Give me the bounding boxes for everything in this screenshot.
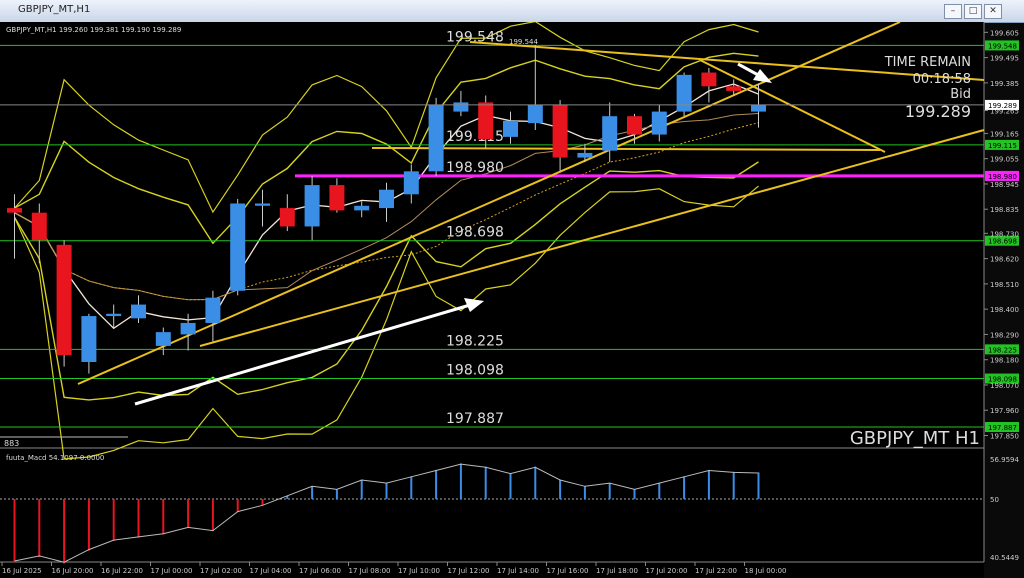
candle-6[interactable] <box>155 332 171 346</box>
candle-30[interactable] <box>751 104 766 112</box>
macd-tick-label-2: 40.5449 <box>990 554 1019 562</box>
candle-11[interactable] <box>279 208 295 227</box>
time-remain-value: 00:18:58 <box>913 72 971 87</box>
minimize-button[interactable]: – <box>944 4 962 19</box>
price-tick-label-1: 199.495 <box>990 55 1019 63</box>
candle-10[interactable] <box>255 203 270 206</box>
axis-level-label-6: 197.887 <box>988 424 1017 432</box>
high-annotation: 199.544 <box>509 38 538 46</box>
price-tick-label-12: 198.290 <box>990 331 1019 339</box>
candle-9[interactable] <box>230 203 246 291</box>
time-label-4: 17 Jul 02:00 <box>200 567 242 575</box>
candle-3[interactable] <box>81 316 97 362</box>
candle-5[interactable] <box>131 304 146 319</box>
macd-axis: 56.9594 50 40.5449 <box>990 456 1019 562</box>
level-label-5: 198.098 <box>446 363 504 379</box>
candle-19[interactable] <box>478 102 494 140</box>
price-tick-label-7: 198.835 <box>990 206 1019 214</box>
macd-tick-label-0: 56.9594 <box>990 456 1019 464</box>
axis-level-label-3: 198.698 <box>988 238 1017 246</box>
candle-7[interactable] <box>180 322 196 335</box>
level-label-6: 197.887 <box>446 411 504 427</box>
candle-0[interactable] <box>7 208 22 213</box>
price-tick-label-11: 198.400 <box>990 306 1019 314</box>
candle-24[interactable] <box>602 116 618 151</box>
chart-header: GBPJPY_MT,H1 199.260 199.381 199.190 199… <box>6 26 181 34</box>
candle-17[interactable] <box>428 104 444 172</box>
candle-27[interactable] <box>676 74 692 112</box>
candle-13[interactable] <box>329 185 345 211</box>
level-label-4: 198.225 <box>446 333 504 349</box>
time-label-12: 17 Jul 18:00 <box>596 567 638 575</box>
time-label-6: 17 Jul 06:00 <box>299 567 341 575</box>
price-tick-label-5: 199.055 <box>990 156 1019 164</box>
axis-level-label-0: 199.548 <box>988 42 1017 50</box>
candle-8[interactable] <box>205 297 221 323</box>
axis-level-label-1: 199.115 <box>988 142 1017 150</box>
candle-12[interactable] <box>304 185 320 227</box>
chart-window: GBPJPY_MT,H1 – □ ✕ 199.548 199.115 198.980… <box>0 0 1024 578</box>
price-tick-label-9: 198.620 <box>990 256 1019 264</box>
price-tick-label-0: 199.605 <box>990 29 1019 37</box>
time-label-3: 17 Jul 00:00 <box>151 567 193 575</box>
bid-label: Bid <box>950 87 971 102</box>
candle-28[interactable] <box>701 72 717 87</box>
candle-29[interactable] <box>726 86 742 91</box>
time-label-0: 16 Jul 2025 <box>2 567 42 575</box>
symbol-label: GBPJPY_MT H1 <box>850 428 980 449</box>
candle-26[interactable] <box>651 111 667 135</box>
macd-label: fuuta_Macd 54.1097 0.0000 <box>6 454 104 462</box>
time-label-10: 17 Jul 14:00 <box>497 567 539 575</box>
time-label-7: 17 Jul 08:00 <box>349 567 391 575</box>
candle-25[interactable] <box>627 116 642 135</box>
window-titlebar: GBPJPY_MT,H1 – □ ✕ <box>0 0 1024 23</box>
candle-18[interactable] <box>453 102 469 112</box>
level-label-3: 198.698 <box>446 225 504 241</box>
restore-button[interactable]: □ <box>964 4 982 19</box>
candle-20[interactable] <box>503 120 518 137</box>
candle-16[interactable] <box>403 171 419 195</box>
window-title: GBPJPY_MT,H1 <box>18 4 91 15</box>
close-button[interactable]: ✕ <box>984 4 1002 19</box>
candle-4[interactable] <box>106 313 122 317</box>
time-label-14: 17 Jul 22:00 <box>695 567 737 575</box>
level-label-1: 199.115 <box>446 129 504 145</box>
time-label-15: 18 Jul 00:00 <box>745 567 787 575</box>
price-tick-label-15: 197.960 <box>990 407 1019 415</box>
time-label-13: 17 Jul 20:00 <box>646 567 688 575</box>
price-tick-label-16: 197.850 <box>990 433 1019 441</box>
time-label-9: 17 Jul 12:00 <box>448 567 490 575</box>
time-label-2: 16 Jul 22:00 <box>101 567 143 575</box>
candle-23[interactable] <box>577 152 593 158</box>
level-label-2: 198.980 <box>446 160 504 176</box>
price-tick-label-13: 198.180 <box>990 357 1019 365</box>
candle-22[interactable] <box>552 104 568 158</box>
price-tick-label-10: 198.510 <box>990 281 1019 289</box>
price-tick-label-8: 198.730 <box>990 230 1019 238</box>
time-label-8: 17 Jul 10:00 <box>398 567 440 575</box>
current-price-label: 199.289 <box>988 102 1017 110</box>
time-remain-label: TIME REMAIN <box>884 55 971 70</box>
bottom-left-label: 883 <box>4 439 19 448</box>
price-tick-label-2: 199.385 <box>990 80 1019 88</box>
candle-21[interactable] <box>527 104 543 124</box>
time-label-1: 16 Jul 20:00 <box>52 567 94 575</box>
axis-level-label-4: 198.225 <box>988 346 1017 354</box>
candle-1[interactable] <box>31 212 47 241</box>
price-tick-label-4: 199.165 <box>990 130 1019 138</box>
price-tick-label-6: 198.945 <box>990 181 1019 189</box>
time-label-5: 17 Jul 04:00 <box>250 567 292 575</box>
time-label-11: 17 Jul 16:00 <box>547 567 589 575</box>
price-tick-label-14: 198.070 <box>990 382 1019 390</box>
candle-14[interactable] <box>354 205 370 211</box>
axis-level-label-2: 198.980 <box>988 173 1017 181</box>
candle-2[interactable] <box>56 244 72 356</box>
price-chart-svg[interactable]: 199.548 199.115 198.980 198.698 198.225 198.0… <box>0 22 1024 578</box>
macd-tick-label-1: 50 <box>990 496 999 504</box>
candle-15[interactable] <box>379 189 394 209</box>
